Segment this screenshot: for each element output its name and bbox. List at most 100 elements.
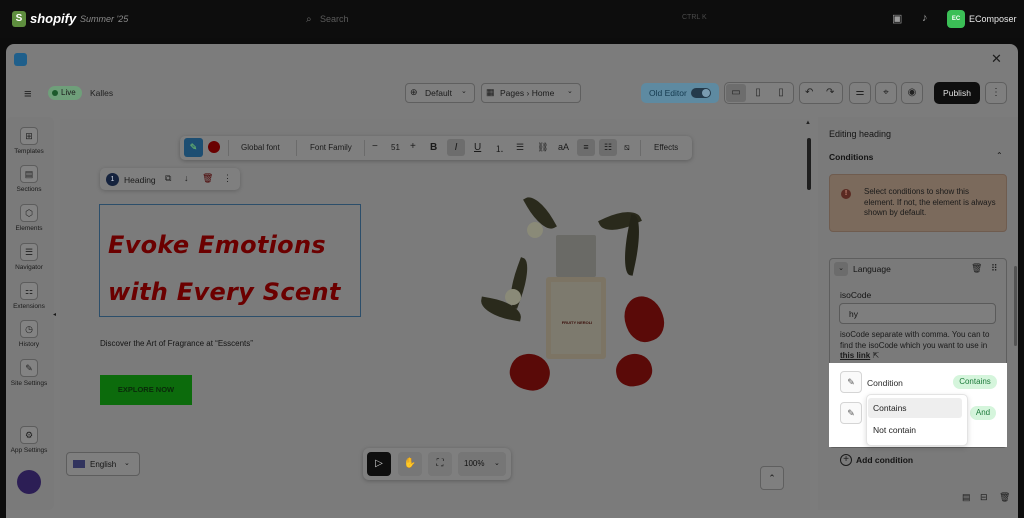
bold-button[interactable]: B [430,142,437,153]
chevron-up-icon[interactable]: ⌃ [996,151,1003,160]
logic-and-badge[interactable]: And [970,406,996,420]
mobile-icon[interactable]: ▯ [771,84,791,102]
undo-icon[interactable]: ↶ [805,87,813,98]
iso-code-input[interactable] [839,303,996,324]
columns-icon[interactable]: ⊟ [980,492,988,503]
store-icon[interactable]: ▣ [892,12,902,25]
scroll-to-top-icon[interactable]: ⌃ [760,466,784,490]
extensions-icon[interactable]: ⚏ [20,282,38,300]
sidebar-label-templates[interactable]: Templates [0,148,58,155]
search-input[interactable]: Search [320,14,349,24]
chevron-down-icon[interactable]: ⌄ [834,262,848,276]
account-name[interactable]: EComposer [969,14,1017,24]
external-link-icon[interactable]: ⇱ [872,351,879,360]
user-avatar[interactable] [17,470,41,494]
redo-icon[interactable]: ↷ [826,87,834,98]
fit-screen-icon[interactable]: ⛶ [428,452,452,476]
account-avatar[interactable]: EC [947,10,965,28]
app-settings-icon[interactable]: ⚙ [20,426,38,444]
ai-pencil-icon[interactable]: ✎ [184,138,203,157]
search-icon[interactable]: ⌕ [306,14,312,25]
delete-icon[interactable]: 🗑 [999,492,1010,503]
sidebar-label-history[interactable]: History [0,341,58,348]
edit-condition-icon[interactable]: ✎ [840,371,862,393]
ordered-list-icon[interactable]: ⒈ [495,142,504,155]
link-icon[interactable]: ⛓ [537,142,548,153]
close-icon[interactable]: ✕ [991,51,1002,67]
shopify-logo-icon[interactable]: S [12,11,26,27]
sections-icon[interactable]: ▤ [20,165,38,183]
explore-button[interactable]: EXPLORE NOW [100,375,192,405]
sidebar-label-sections[interactable]: Sections [0,186,58,193]
font-size-increase[interactable]: + [410,141,416,152]
condition-operator-badge[interactable]: Contains [953,375,997,389]
italic-button[interactable]: I [447,139,465,156]
conditions-section-title[interactable]: Conditions [829,152,873,162]
plus-icon[interactable]: + [840,454,852,466]
navigator-icon[interactable]: ☰ [20,243,38,261]
inspect-icon[interactable]: ⌖ [875,82,897,104]
divider [364,140,365,156]
underline-button[interactable]: U [474,142,481,153]
canvas-scrollbar[interactable] [807,138,811,190]
toggle-knob [702,89,710,97]
desktop-icon[interactable]: ▭ [726,84,746,102]
pointer-tool-icon[interactable]: ▷ [367,452,391,476]
text-case-button[interactable]: aA [558,142,569,152]
tablet-icon[interactable]: ▯ [748,84,768,102]
sidebar-label-elements[interactable]: Elements [0,225,58,232]
element-type-label[interactable]: Heading [124,175,156,185]
iso-help-link[interactable]: this link [840,351,870,360]
dropdown-option-not-contain[interactable]: Not contain [868,420,962,440]
line-height-icon[interactable]: ☷ [599,139,617,156]
font-size-value[interactable]: 51 [391,143,400,152]
sidebar-label-extensions[interactable]: Extensions [0,303,58,310]
menu-icon[interactable]: ≡ [24,86,32,101]
align-left-icon[interactable]: ≡ [577,139,595,156]
page-type: Pages [500,88,525,98]
sidebar-label-navigator[interactable]: Navigator [0,264,58,271]
sidebar-label-app-settings[interactable]: App Settings [0,447,58,454]
edit-condition-icon[interactable]: ✎ [840,402,862,424]
templates-icon[interactable]: ⊞ [20,127,38,145]
publish-button[interactable]: Publish [934,82,980,104]
preview-eye-icon[interactable]: ◉ [901,82,923,104]
clear-format-icon[interactable]: ⧅ [624,142,630,153]
zoom-select[interactable]: 100% ⌄ [458,452,506,476]
bullet-list-icon[interactable]: ☰ [516,142,524,153]
font-size-decrease[interactable]: − [372,141,378,152]
sidebar-label-site-settings[interactable]: Site Settings [0,380,58,387]
effects-button[interactable]: Effects [654,143,678,152]
panel-title: Editing heading [829,129,892,139]
dropdown-option-contains[interactable]: Contains [868,398,962,418]
panel-scrollbar[interactable] [1014,266,1017,346]
duplicate-icon[interactable]: ⧉ [165,173,171,184]
bell-icon[interactable]: ♪ [922,12,928,24]
theme-name: Kalles [90,88,114,98]
language-select-value: English [90,460,117,469]
history-icon[interactable]: ◷ [20,320,38,338]
hero-heading[interactable]: Evoke Emotions with Every Scent [108,222,358,316]
font-family-select[interactable]: Font Family [310,143,352,152]
more-options-icon[interactable]: ⋮ [985,82,1007,104]
delete-icon[interactable]: 🗑 [202,173,213,184]
more-icon[interactable]: ⋮ [223,173,232,184]
move-down-icon[interactable]: ↓ [184,173,189,183]
page-select[interactable]: Pages › Home [481,83,581,103]
uk-flag-icon [73,460,85,468]
hand-tool-icon[interactable]: ✋ [398,452,422,476]
elements-icon[interactable]: ⬡ [20,204,38,222]
settings-sliders-icon[interactable]: ⚌ [849,82,871,104]
scroll-up-icon[interactable]: ▲ [805,120,811,126]
condition-card-title[interactable]: Language [853,264,891,274]
text-color-swatch[interactable] [208,141,220,153]
collapse-sidebar-icon[interactable]: ◂ [53,311,56,318]
clipboard-icon[interactable]: ▤ [962,492,971,503]
hero-subtext[interactable]: Discover the Art of Fragrance at “Esscen… [100,339,253,348]
drag-handle-icon[interactable]: ⠿ [991,263,998,274]
add-condition-button[interactable]: Add condition [856,455,913,465]
shopify-brand[interactable]: shopify [30,11,76,26]
site-settings-icon[interactable]: ✎ [20,359,38,377]
delete-icon[interactable]: 🗑 [971,263,982,274]
global-font-select[interactable]: Global font [241,143,280,152]
